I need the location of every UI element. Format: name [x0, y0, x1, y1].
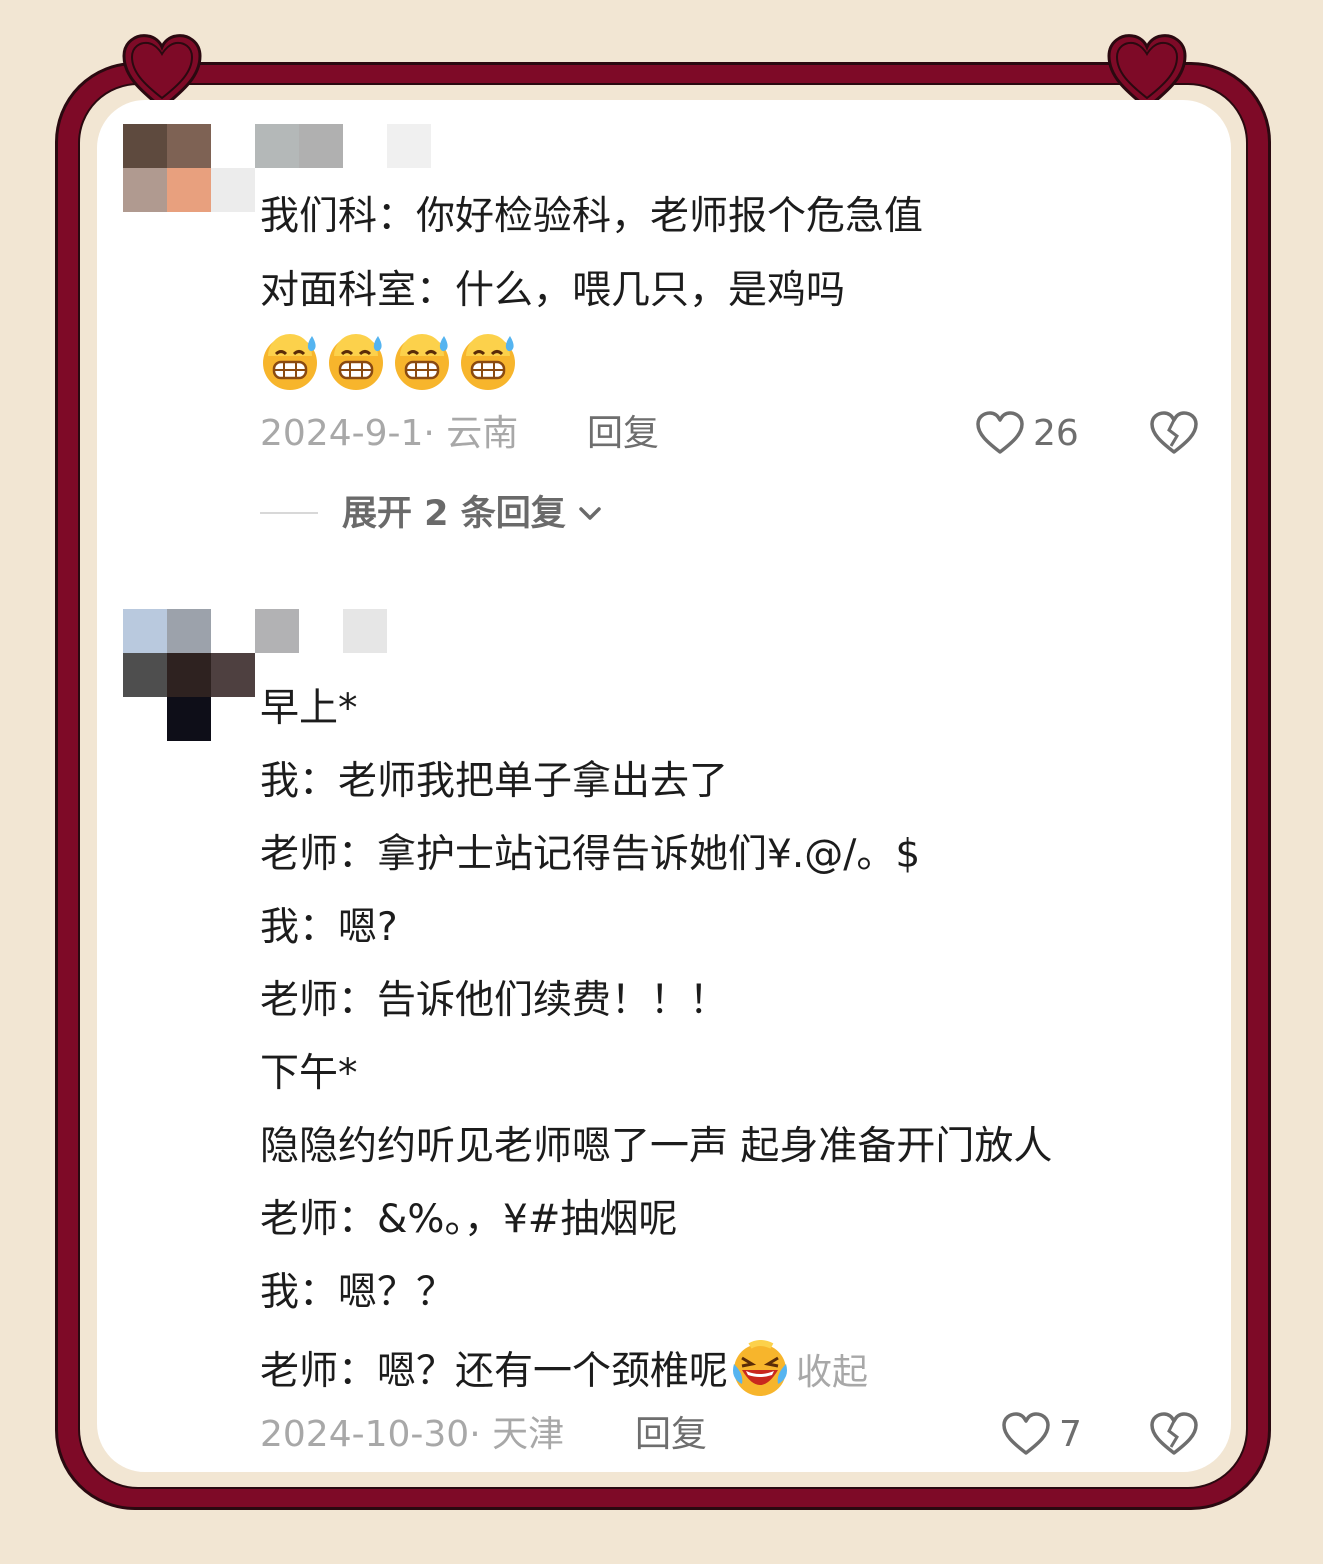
comment-text-line: 隐隐约约听见老师嗯了一声 起身准备开门放人: [260, 1124, 1053, 1169]
comment-text-line: 我：嗯？？: [260, 1270, 456, 1315]
comment-text-line: 对面科室：什么，喂几只，是鸡吗: [260, 268, 846, 313]
avatar[interactable]: [123, 609, 255, 741]
grimace-sweat-icon: [395, 334, 449, 390]
comment-text-line: 我：嗯?: [260, 905, 398, 950]
grimace-sweat-icon: [263, 334, 317, 390]
collapse-button[interactable]: 收起: [796, 1352, 868, 1393]
like-count: 26: [1033, 413, 1079, 454]
comment-text-line: 我们科：你好检验科，老师报个危急值: [260, 194, 924, 239]
comment-text-line: 老师：拿护士站记得告诉她们¥.@/。$: [260, 832, 921, 877]
comment-text-line: 老师：嗯？还有一个颈椎呢: [260, 1349, 729, 1394]
comment-text-line: 老师：告诉他们续费！！！: [260, 978, 729, 1023]
emoji-row: [260, 332, 520, 392]
comment-last-line: 老师：嗯？还有一个颈椎呢 收起: [260, 1340, 868, 1398]
chevron-down-icon[interactable]: [577, 503, 603, 525]
laughing-tears-icon: [733, 1340, 788, 1396]
comment-text-line: 早上*: [260, 686, 358, 731]
like-count: 7: [1059, 1414, 1082, 1455]
comment-meta: 2024-10-30· 天津: [260, 1414, 565, 1455]
comment-text-line: 老师：&%。，¥#抽烟呢: [260, 1197, 678, 1242]
grimace-sweat-icon: [329, 334, 383, 390]
heart-outline-icon[interactable]: [975, 410, 1025, 456]
avatar[interactable]: [123, 124, 255, 212]
comment-text-line: 下午*: [260, 1051, 358, 1096]
broken-heart-icon[interactable]: [1149, 1411, 1199, 1457]
comment-card: 我们科：你好检验科，老师报个危急值 对面科室：什么，喂几只，是鸡吗 2024-9…: [97, 100, 1231, 1472]
divider: [260, 512, 318, 514]
username-pixelated[interactable]: [255, 609, 395, 653]
comment-meta: 2024-9-1· 云南: [260, 413, 519, 454]
comment-text-line: 我：老师我把单子拿出去了: [260, 759, 729, 804]
broken-heart-icon[interactable]: [1149, 410, 1199, 456]
reply-button[interactable]: 回复: [587, 412, 659, 456]
reply-button[interactable]: 回复: [635, 1413, 707, 1457]
username-pixelated[interactable]: [255, 124, 435, 168]
heart-outline-icon[interactable]: [1001, 1411, 1051, 1457]
grimace-sweat-icon: [461, 334, 515, 390]
expand-replies-button[interactable]: 展开 2 条回复: [342, 492, 566, 536]
